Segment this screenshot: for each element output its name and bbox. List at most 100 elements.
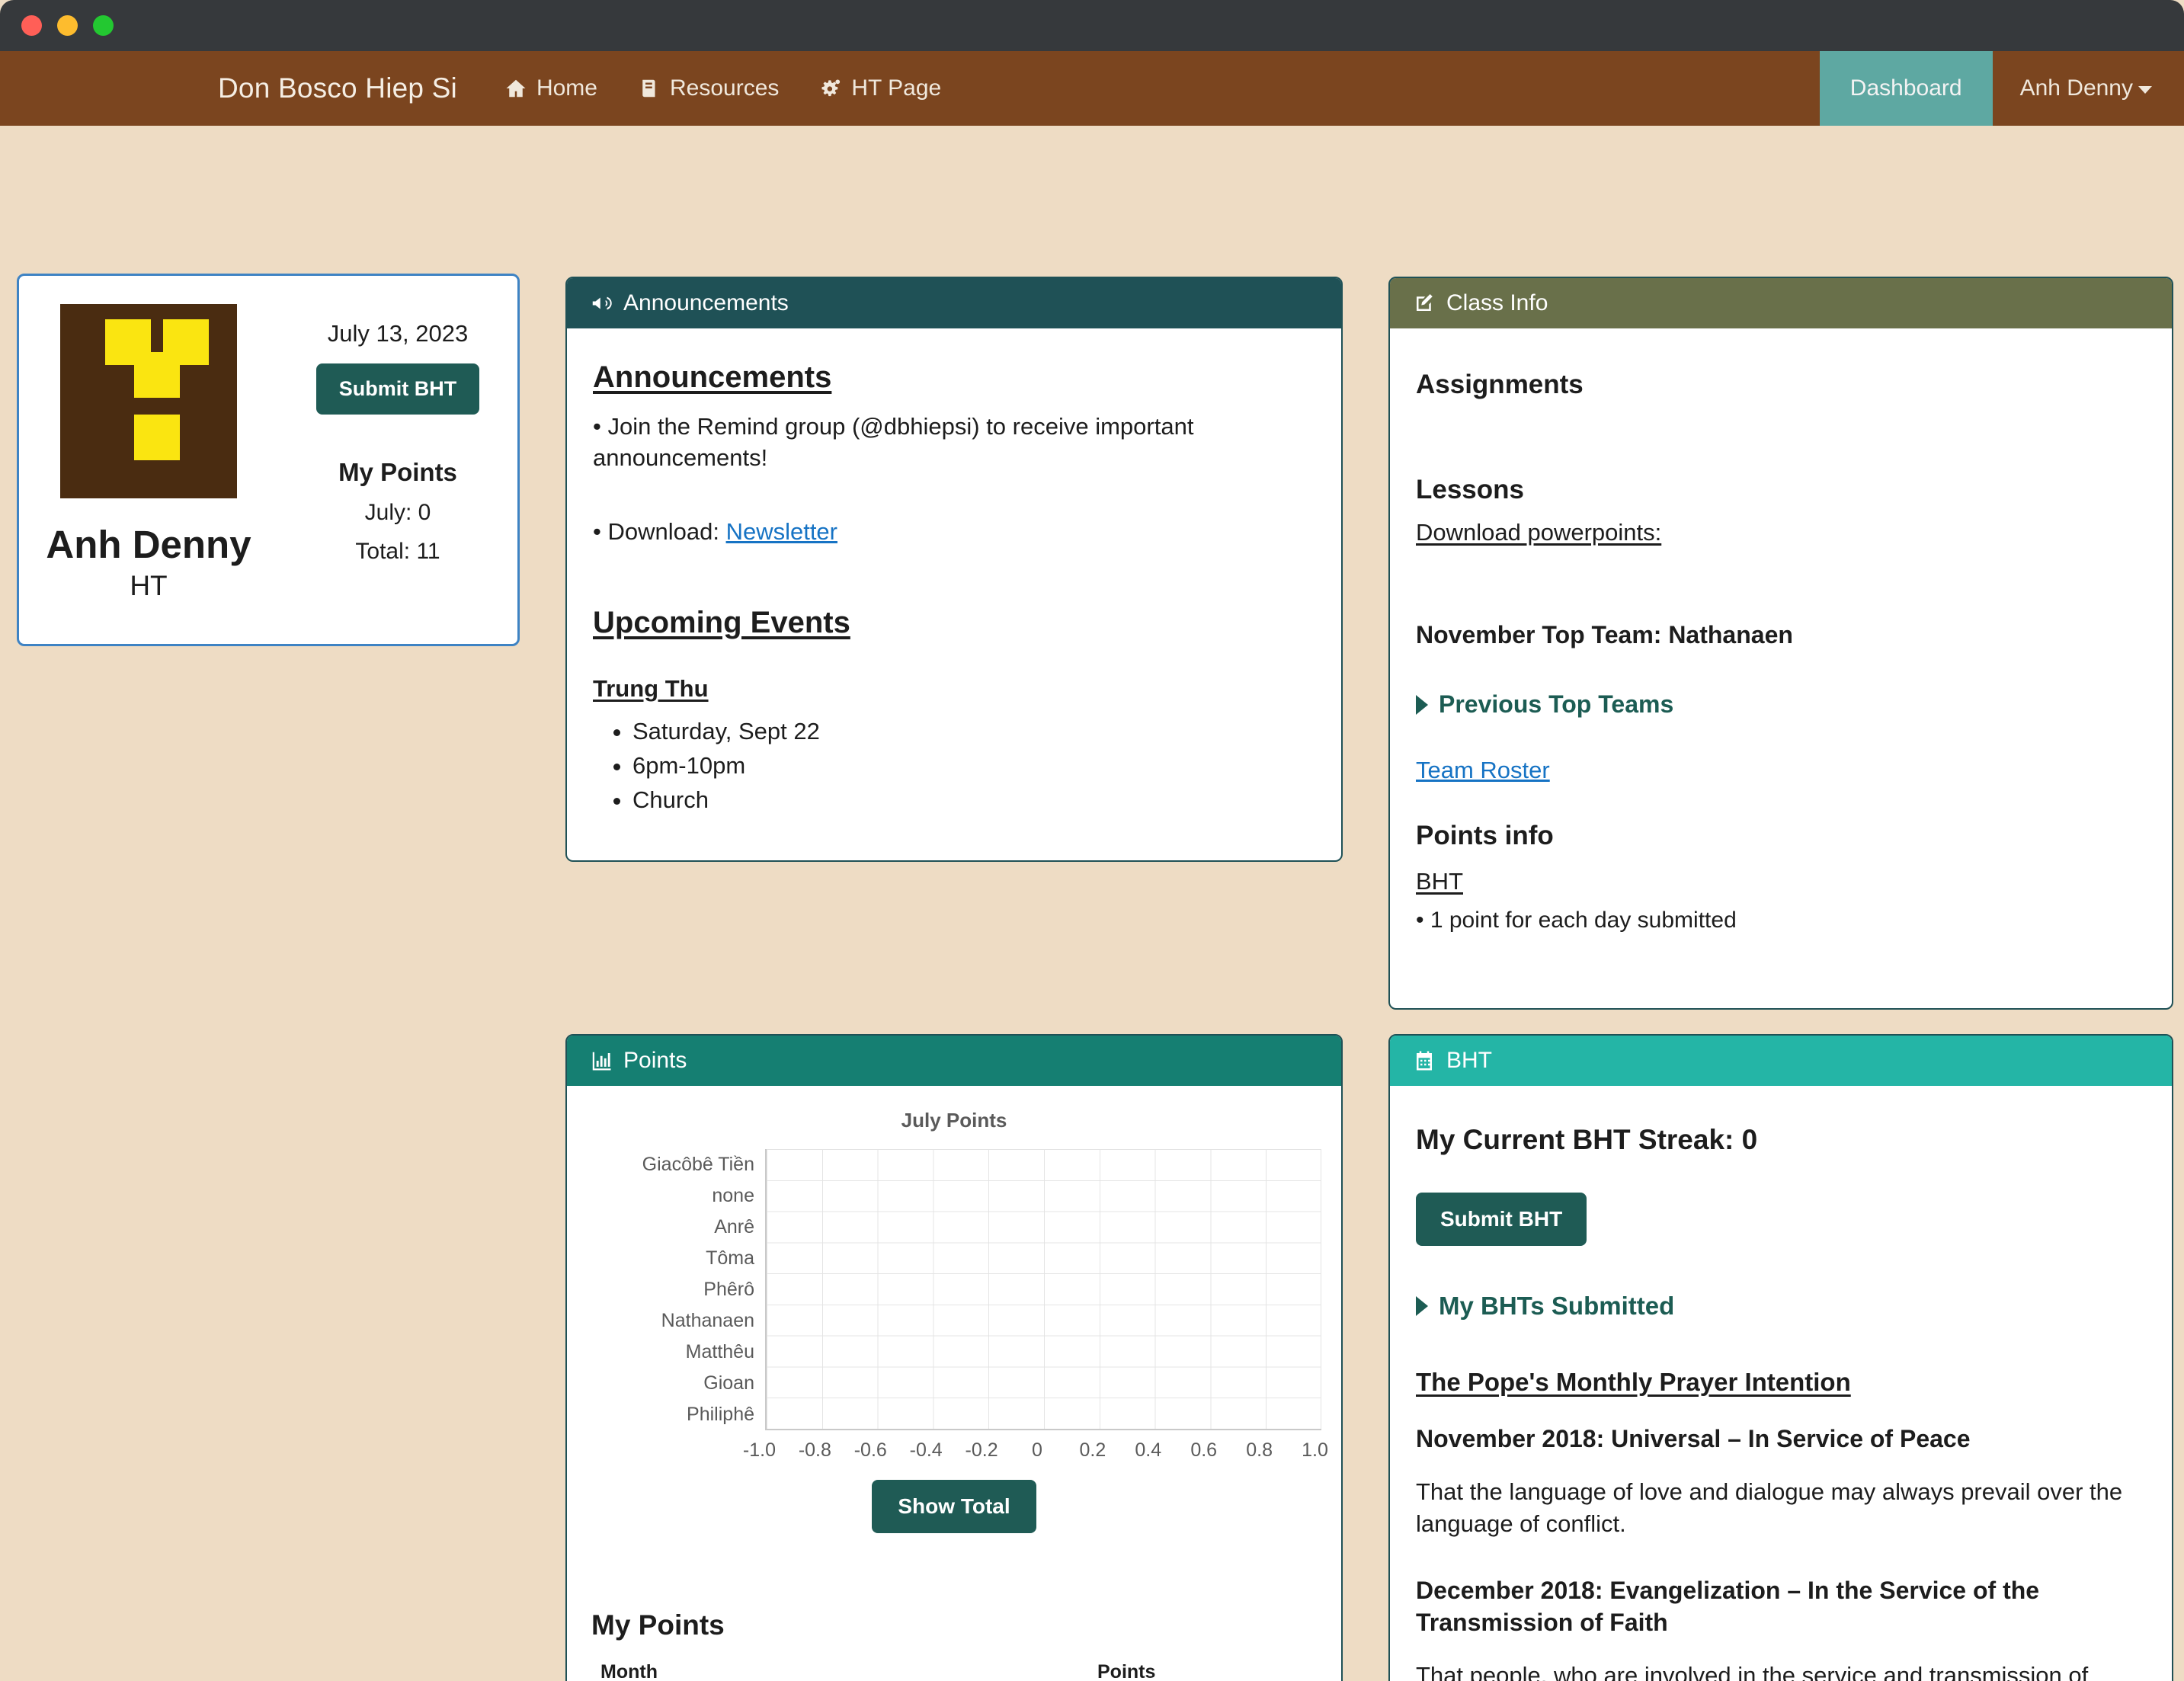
nav-item-home-label: Home: [536, 75, 597, 101]
chart-plot-area: Giacôbê Tiền none Anrê Tôma Phêrô Nathan…: [567, 1149, 1341, 1430]
nav-item-home[interactable]: Home: [504, 75, 597, 101]
nav-item-ht-page[interactable]: HT Page: [819, 75, 941, 101]
bht-streak-text: My Current BHT Streak: 0: [1416, 1124, 1758, 1155]
y-tick-label: Philiphê: [687, 1404, 754, 1425]
y-tick-label: Phêrô: [703, 1279, 754, 1300]
points-panel: Points July Points Giacôbê Tiền none Anr…: [565, 1034, 1343, 1681]
y-tick-label: Anrê: [714, 1216, 754, 1238]
chart-title: July Points: [901, 1109, 1007, 1132]
cogs-icon: [819, 77, 842, 100]
current-date: July 13, 2023: [327, 320, 469, 347]
x-tick-label: -0.2: [965, 1439, 998, 1461]
announcements-panel-body: Announcements • Join the Remind group (@…: [567, 328, 1341, 839]
class-info-panel-header: Class Info: [1390, 278, 2172, 328]
chart-x-axis-labels: -1.0 -0.8 -0.6 -0.4 -0.2 0 0.2 0.4 0.6 0…: [743, 1439, 1328, 1462]
prayer-entry-body: That the language of love and dialogue m…: [1416, 1478, 2123, 1538]
points-info-bht-rule: • 1 point for each day submitted: [1416, 908, 1737, 933]
column-header-points: Points: [1088, 1661, 1317, 1681]
navbar-left-group: Don Bosco Hiep Si Home Resources HT Page: [0, 51, 982, 126]
show-total-row: Show Total: [567, 1480, 1341, 1533]
newsletter-link[interactable]: Newsletter: [726, 518, 837, 545]
nav-item-resources[interactable]: Resources: [638, 75, 779, 101]
close-window-button[interactable]: [21, 15, 42, 36]
show-total-button[interactable]: Show Total: [872, 1480, 1036, 1533]
points-panel-title: Points: [623, 1048, 687, 1073]
list-item: Saturday, Sept 22: [632, 715, 1315, 749]
class-info-panel: Class Info Assignments Lessons Download …: [1388, 277, 2173, 1010]
avatar-block-3: [134, 352, 180, 398]
points-info-bht-label: BHT: [1416, 868, 1463, 895]
profile-role: HT: [130, 569, 168, 601]
prayer-intention-heading: The Pope's Monthly Prayer Intention: [1416, 1368, 1851, 1396]
user-menu-dropdown[interactable]: Anh Denny: [1993, 51, 2184, 126]
announcement-item-1: • Join the Remind group (@dbhiepsi) to r…: [593, 413, 1194, 471]
prayer-entry-heading: December 2018: Evangelization – In the S…: [1416, 1576, 2040, 1636]
calendar-icon: [1413, 1049, 1436, 1072]
points-info-heading: Points info: [1416, 821, 1554, 850]
chevron-down-icon: [2138, 86, 2152, 94]
dashboard-page: Anh Denny HT July 13, 2023 Submit BHT My…: [0, 126, 2184, 1681]
nav-item-ht-page-label: HT Page: [851, 75, 942, 101]
team-roster-row: Team Roster: [1416, 757, 2146, 784]
chevron-right-icon: [1416, 694, 1428, 715]
month-points-value: July: 0: [364, 500, 431, 525]
top-team-text: November Top Team: Nathanaen: [1416, 621, 1793, 648]
my-bhts-submitted-label: My BHTs Submitted: [1439, 1292, 1675, 1320]
book-icon: [638, 77, 661, 100]
chevron-right-icon: [1416, 1296, 1428, 1316]
total-points-value: Total: 11: [355, 539, 440, 564]
x-tick-label: -0.6: [853, 1439, 887, 1461]
chart-grid: [765, 1149, 1321, 1430]
y-tick-label: Tôma: [706, 1247, 754, 1269]
x-tick-label: 0.2: [1079, 1439, 1106, 1461]
announcement-item-2-prefix: • Download:: [593, 517, 726, 545]
announcement-item-2: • Download: Newsletter: [593, 517, 1315, 548]
x-tick-label: -1.0: [742, 1439, 776, 1461]
y-tick-label: none: [712, 1185, 754, 1206]
bar-chart-icon: [590, 1049, 613, 1072]
x-tick-label: 0: [1032, 1439, 1042, 1461]
x-tick-label: 0.6: [1190, 1439, 1218, 1461]
my-points-table-title: My Points: [591, 1609, 725, 1641]
nav-item-resources-label: Resources: [669, 75, 780, 101]
chart-y-axis-labels: Giacôbê Tiền none Anrê Tôma Phêrô Nathan…: [590, 1149, 765, 1430]
user-menu-label: Anh Denny: [2019, 75, 2133, 101]
bht-panel: BHT My Current BHT Streak: 0 Submit BHT …: [1388, 1034, 2173, 1681]
bullhorn-icon: [590, 292, 613, 315]
announcements-panel-title: Announcements: [623, 290, 789, 315]
submit-bht-button-profile[interactable]: Submit BHT: [315, 363, 480, 415]
previous-top-teams-label: Previous Top Teams: [1439, 690, 1674, 718]
x-tick-label: -0.8: [798, 1439, 831, 1461]
team-roster-link[interactable]: Team Roster: [1416, 757, 1550, 783]
profile-card: Anh Denny HT July 13, 2023 Submit BHT My…: [17, 274, 520, 646]
my-bhts-submitted-toggle[interactable]: My BHTs Submitted: [1416, 1292, 2146, 1321]
submit-bht-button-panel[interactable]: Submit BHT: [1416, 1193, 1587, 1246]
x-tick-label: 0.4: [1135, 1439, 1162, 1461]
x-tick-label: 0.8: [1246, 1439, 1273, 1461]
announcements-panel: Announcements Announcements • Join the R…: [565, 277, 1343, 862]
class-info-panel-body: Assignments Lessons Download powerpoints…: [1390, 328, 2172, 955]
points-panel-header: Points: [567, 1036, 1341, 1086]
y-tick-label: Matthêu: [685, 1341, 754, 1362]
download-powerpoints-link[interactable]: Download powerpoints:: [1416, 519, 2146, 546]
nav-item-dashboard[interactable]: Dashboard: [1819, 51, 1993, 126]
my-points-table: Month Points November 2018 1 September 2…: [591, 1661, 1317, 1681]
lessons-heading: Lessons: [1416, 475, 1524, 504]
my-points-title: My Points: [338, 458, 457, 486]
window-titlebar: [0, 0, 2184, 51]
list-item: 6pm-10pm: [632, 749, 1315, 783]
bht-panel-body: My Current BHT Streak: 0 Submit BHT My B…: [1390, 1086, 2172, 1681]
event-details-list: Saturday, Sept 22 6pm-10pm Church: [632, 715, 1315, 818]
y-tick-label: Nathanaen: [661, 1310, 754, 1331]
y-tick-label: Giacôbê Tiền: [642, 1154, 754, 1175]
nav-item-dashboard-label: Dashboard: [1849, 75, 1962, 101]
prayer-entry-heading: November 2018: Universal – In Service of…: [1416, 1425, 1971, 1452]
main-navbar: Don Bosco Hiep Si Home Resources HT Page: [0, 51, 2184, 126]
brand-title[interactable]: Don Bosco Hiep Si: [218, 72, 457, 104]
bht-panel-header: BHT: [1390, 1036, 2172, 1086]
previous-top-teams-toggle[interactable]: Previous Top Teams: [1416, 690, 2146, 719]
maximize-window-button[interactable]: [93, 15, 114, 36]
upcoming-events-heading: Upcoming Events: [593, 605, 850, 639]
event-name: Trung Thu: [593, 674, 709, 702]
minimize-window-button[interactable]: [57, 15, 78, 36]
